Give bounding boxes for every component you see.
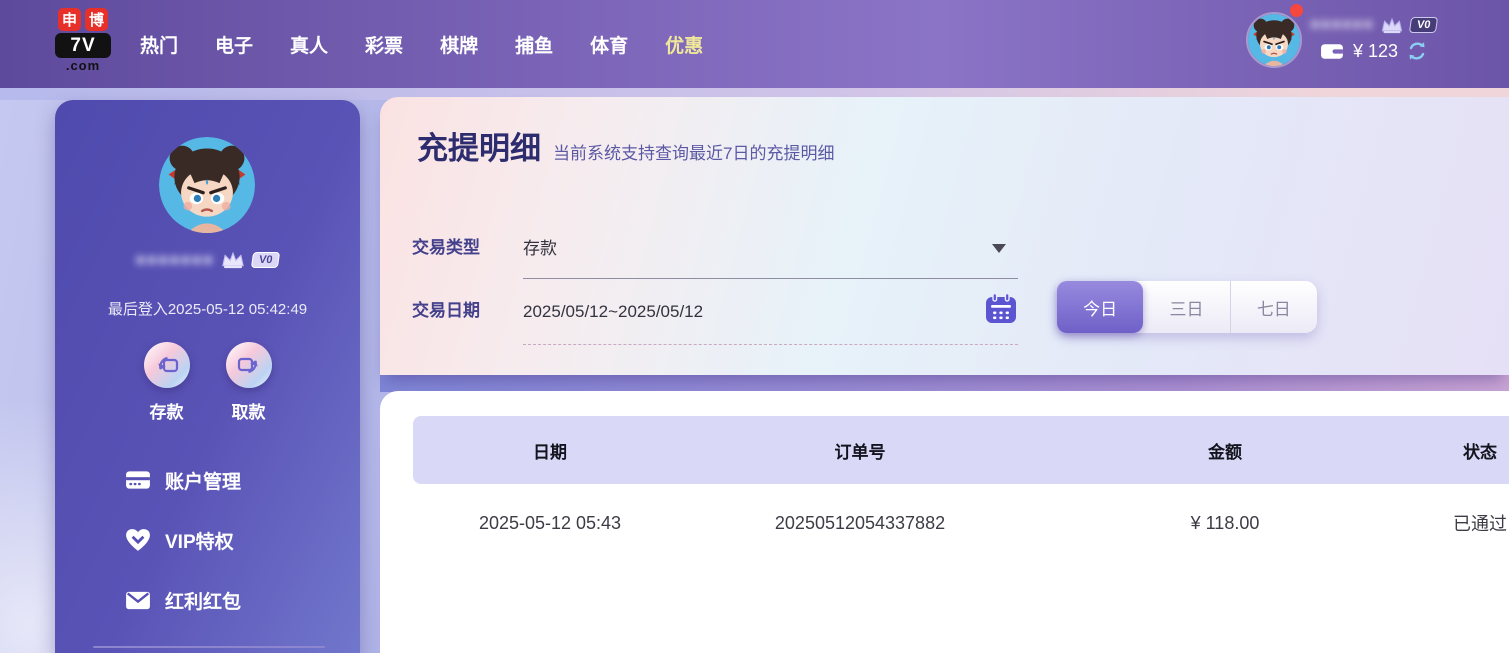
tab-today[interactable]: 今日 — [1057, 281, 1143, 333]
transaction-date-label: 交易日期 — [412, 300, 480, 322]
nav-item-promo[interactable]: 优惠 — [665, 31, 703, 58]
sidebar-menu: 账户管理 VIP特权 红利红包 — [55, 450, 360, 630]
table-row: 2025-05-12 05:43 20250512054337882 ¥ 118… — [413, 484, 1509, 562]
vip-level-badge: V0 — [251, 252, 281, 268]
nav-balance-row: ¥ 123 — [1320, 40, 1428, 62]
header-status: 状态 — [1417, 416, 1509, 484]
withdraw-label: 取款 — [232, 398, 266, 423]
envelope-icon — [125, 590, 151, 611]
sidebar-item-bonus[interactable]: 红利红包 — [55, 570, 360, 630]
cell-amount: ¥ 118.00 — [1033, 484, 1417, 562]
vip-level-badge: V0 — [1409, 17, 1439, 33]
avatar-image — [159, 137, 255, 233]
card-icon — [125, 470, 151, 490]
range-tabs: 今日 三日 七日 — [1057, 281, 1317, 333]
nav-item-hot[interactable]: 热门 — [140, 31, 178, 58]
page: 申 博 7V .com 热门 电子 真人 彩票 棋牌 捕鱼 体育 优惠 — [0, 0, 1509, 653]
nav-user-cluster: ●●●●●● V0 ¥ 123 — [1246, 0, 1509, 88]
deposit-button[interactable]: 存款 — [144, 342, 190, 423]
user-avatar[interactable] — [1246, 12, 1302, 68]
top-nav: 申 博 7V .com 热门 电子 真人 彩票 棋牌 捕鱼 体育 优惠 — [0, 0, 1509, 88]
cell-date: 2025-05-12 05:43 — [413, 484, 687, 562]
records-panel: 日期 订单号 金额 状态 2025-05-12 05:43 2025051205… — [380, 391, 1509, 653]
page-title: 充提明细 — [417, 123, 541, 168]
logo-char-bo: 博 — [85, 8, 108, 31]
filter-panel: 充提明细 当前系统支持查询最近7日的充提明细 交易类型 存款 交易日期 2025… — [380, 97, 1509, 375]
tab-three-days[interactable]: 三日 — [1143, 281, 1230, 333]
logo-char-shen: 申 — [58, 8, 81, 31]
quick-actions: 存款 取款 — [55, 342, 360, 423]
header-amount: 金额 — [1033, 416, 1417, 484]
crown-icon — [220, 251, 246, 269]
refresh-icon[interactable] — [1406, 40, 1428, 62]
transaction-type-select[interactable]: 存款 — [523, 238, 557, 260]
balance-amount: ¥ 123 — [1353, 41, 1398, 62]
title-row: 充提明细 当前系统支持查询最近7日的充提明细 — [417, 123, 834, 168]
table-header-row: 日期 订单号 金额 状态 — [413, 416, 1509, 484]
nav-item-lottery[interactable]: 彩票 — [365, 31, 403, 58]
sidebar-item-label: 红利红包 — [165, 587, 241, 614]
chevron-down-icon[interactable] — [992, 244, 1006, 253]
logo-7v: 7V — [55, 33, 111, 58]
header-date: 日期 — [413, 416, 687, 484]
crown-icon — [1380, 17, 1404, 34]
nav-item-slots[interactable]: 电子 — [215, 31, 253, 58]
cell-order: 20250512054337882 — [687, 484, 1033, 562]
calendar-icon[interactable] — [984, 292, 1018, 326]
main-menu: 热门 电子 真人 彩票 棋牌 捕鱼 体育 优惠 — [140, 0, 703, 88]
avatar-image — [1248, 14, 1300, 66]
deposit-icon — [154, 352, 180, 378]
site-logo[interactable]: 申 博 7V .com — [55, 8, 111, 73]
nav-item-cards[interactable]: 棋牌 — [440, 31, 478, 58]
vip-shield-icon — [125, 528, 151, 552]
notification-dot — [1290, 4, 1303, 17]
withdraw-icon — [236, 352, 262, 378]
records-table: 日期 订单号 金额 状态 2025-05-12 05:43 2025051205… — [413, 416, 1509, 562]
header-order: 订单号 — [687, 416, 1033, 484]
sidebar-item-label: 账户管理 — [165, 467, 241, 494]
cell-status: 已通过 — [1417, 484, 1509, 562]
deposit-circle — [144, 342, 190, 388]
deposit-label: 存款 — [150, 398, 184, 423]
sidebar-username-blurred: ●●●●●●● — [135, 250, 214, 270]
background-strip-middle — [380, 374, 1509, 392]
type-select-underline — [523, 278, 1018, 279]
date-input-underline — [523, 344, 1018, 345]
transaction-type-label: 交易类型 — [412, 237, 480, 259]
date-range-input[interactable]: 2025/05/12~2025/05/12 — [523, 301, 703, 323]
sidebar-item-label: VIP特权 — [165, 527, 234, 554]
logo-com: .com — [55, 58, 111, 73]
nav-username-blurred: ●●●●●● — [1310, 16, 1374, 34]
logo-top-row: 申 博 — [55, 8, 111, 31]
nav-username-row: ●●●●●● V0 — [1310, 16, 1437, 34]
withdraw-circle — [226, 342, 272, 388]
profile-avatar — [159, 137, 255, 233]
nav-item-fishing[interactable]: 捕鱼 — [515, 31, 553, 58]
nav-item-live[interactable]: 真人 — [290, 31, 328, 58]
sidebar-item-vip[interactable]: VIP特权 — [55, 510, 360, 570]
nav-item-sports[interactable]: 体育 — [590, 31, 628, 58]
sidebar: ●●●●●●● V0 最后登入2025-05-12 05:42:49 存款 — [55, 100, 360, 653]
withdraw-button[interactable]: 取款 — [226, 342, 272, 423]
tab-seven-days[interactable]: 七日 — [1231, 281, 1317, 333]
wallet-icon — [1320, 42, 1345, 61]
sidebar-divider — [93, 646, 325, 648]
sidebar-item-account[interactable]: 账户管理 — [55, 450, 360, 510]
last-login-text: 最后登入2025-05-12 05:42:49 — [55, 298, 360, 319]
page-subtitle: 当前系统支持查询最近7日的充提明细 — [553, 139, 834, 164]
sidebar-username-row: ●●●●●●● V0 — [55, 250, 360, 270]
